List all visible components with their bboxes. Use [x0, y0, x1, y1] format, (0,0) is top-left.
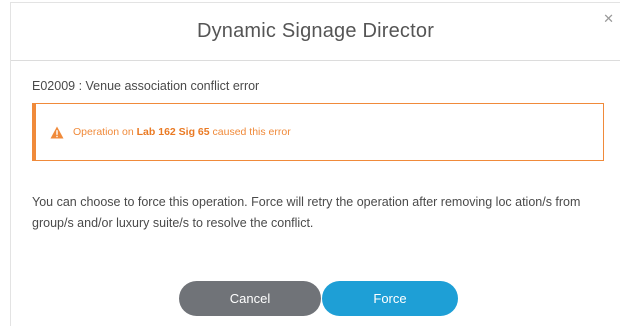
alert-target: Lab 162 Sig 65	[136, 126, 210, 138]
error-code-text: E02009 : Venue association conflict erro…	[32, 79, 260, 93]
dialog-message: You can choose to force this operation. …	[32, 195, 581, 230]
alert-suffix: caused this error	[209, 126, 291, 138]
warning-triangle-icon	[50, 126, 64, 138]
close-icon[interactable]: ✕	[603, 12, 614, 25]
dialog-title: Dynamic Signage Director	[196, 20, 435, 42]
cancel-button[interactable]: Cancel	[179, 281, 321, 316]
error-alert: Operation on Lab 162 Sig 65 caused this …	[32, 103, 604, 161]
dialog: Dynamic Signage Director ✕ E02009 : Venu…	[10, 2, 620, 326]
force-button[interactable]: Force	[322, 281, 458, 316]
alert-prefix: Operation on	[73, 126, 137, 138]
dialog-header: Dynamic Signage Director ✕	[11, 3, 620, 61]
alert-text: Operation on Lab 162 Sig 65 caused this …	[73, 126, 291, 138]
